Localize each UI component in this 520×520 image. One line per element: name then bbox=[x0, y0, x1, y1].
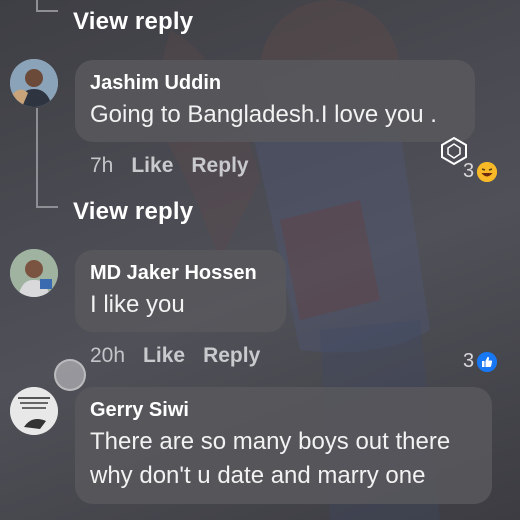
comment-author[interactable]: Jashim Uddin bbox=[90, 70, 461, 96]
comment-author[interactable]: MD Jaker Hossen bbox=[90, 260, 272, 286]
thread-line-elbow-2 bbox=[36, 206, 58, 208]
laugh-emoji-icon bbox=[477, 161, 498, 182]
comment-bubble: Gerry Siwi There are so many boys out th… bbox=[75, 387, 492, 504]
touch-indicator bbox=[54, 359, 86, 391]
comment-text: I like you bbox=[90, 291, 185, 318]
like-button[interactable]: Like bbox=[143, 344, 185, 367]
view-reply-link[interactable]: View reply bbox=[73, 8, 193, 36]
thread-line-elbow-1 bbox=[36, 10, 58, 12]
comment-bubble: MD Jaker Hossen I like you bbox=[75, 250, 286, 332]
comment-text-line: why don't u date and marry one bbox=[90, 462, 426, 489]
avatar[interactable] bbox=[10, 59, 58, 107]
thread-line-vertical bbox=[36, 108, 38, 206]
comment-time: 20h bbox=[90, 344, 126, 367]
avatar[interactable] bbox=[10, 249, 58, 297]
reaction-summary[interactable]: 3 bbox=[463, 350, 498, 373]
reply-button[interactable]: Reply bbox=[191, 154, 248, 177]
reply-button[interactable]: Reply bbox=[203, 344, 260, 367]
comment-meta: 20h Like Reply bbox=[90, 344, 260, 368]
view-reply-link[interactable]: View reply bbox=[73, 198, 193, 226]
comment-time: 7h bbox=[90, 154, 114, 177]
avatar[interactable] bbox=[10, 387, 58, 435]
thread-line-top bbox=[36, 0, 38, 10]
comment-meta: 7h Like Reply bbox=[90, 154, 249, 178]
comment-text: Going to Bangladesh.I love you . bbox=[90, 101, 437, 128]
like-button[interactable]: Like bbox=[131, 154, 173, 177]
reaction-count: 3 bbox=[463, 350, 475, 372]
comment-bubble: Jashim Uddin Going to Bangladesh.I love … bbox=[75, 60, 475, 142]
comment-text-line: There are so many boys out there bbox=[90, 428, 451, 455]
watermark-logo-icon bbox=[441, 136, 467, 166]
reaction-summary[interactable]: 3 bbox=[463, 160, 498, 183]
thumbs-up-icon bbox=[477, 351, 498, 372]
comment-author[interactable]: Gerry Siwi bbox=[90, 397, 478, 423]
